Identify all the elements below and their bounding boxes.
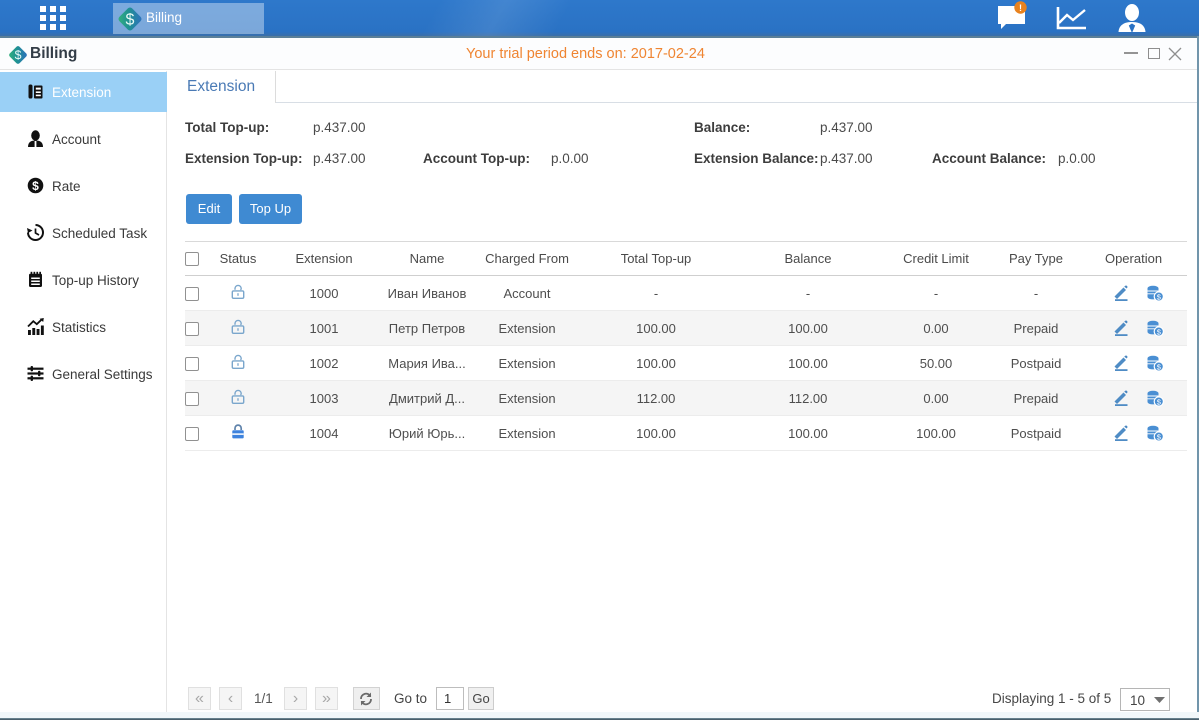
svg-text:!: !	[1019, 3, 1022, 13]
svg-text:$: $	[32, 179, 39, 193]
svg-text:$: $	[126, 12, 135, 29]
svg-text:$: $	[15, 48, 22, 62]
